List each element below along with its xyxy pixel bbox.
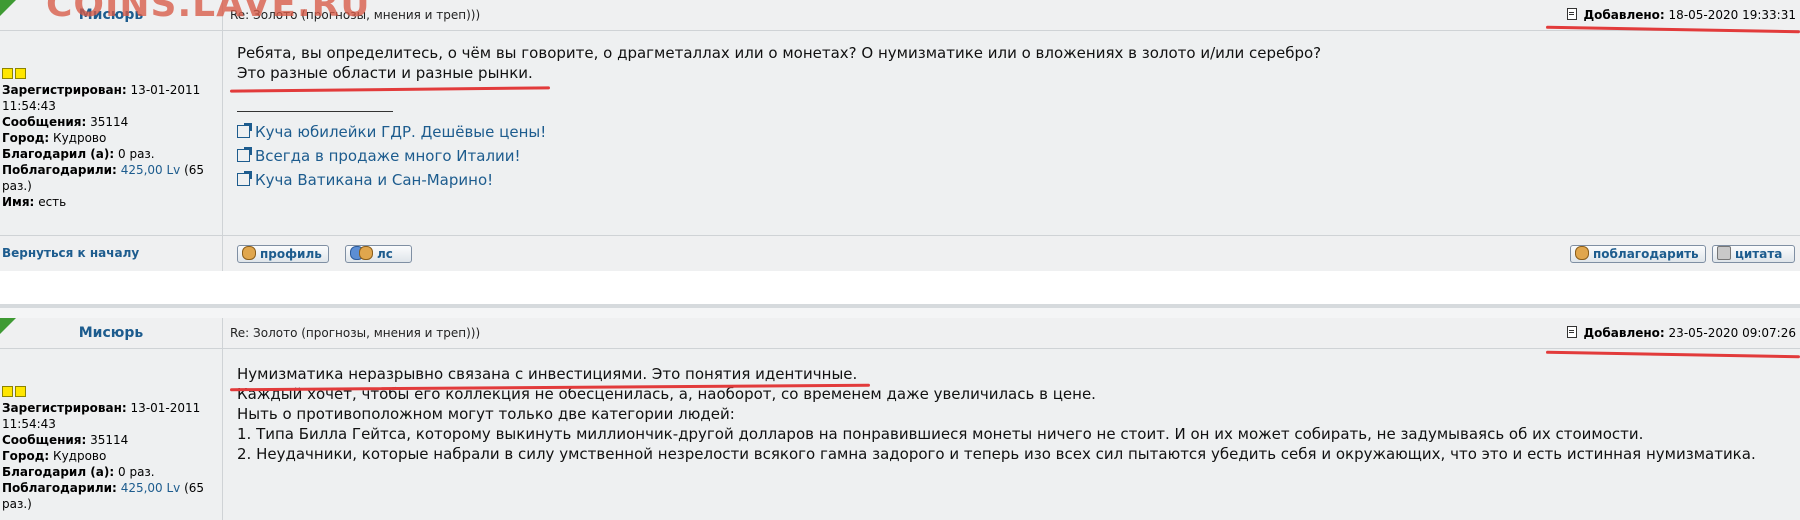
city-label: Город: xyxy=(2,449,50,463)
city-value: Кудрово xyxy=(53,449,107,463)
thanked-label: Благодарил (а): xyxy=(2,147,115,161)
thumbs-up-icon xyxy=(1575,246,1589,260)
city-value: Кудрово xyxy=(53,131,107,145)
was-thanked-label: Поблагодарили: xyxy=(2,163,117,177)
messages-label: Сообщения: xyxy=(2,115,87,129)
rank-stars xyxy=(2,67,28,83)
post-date: Добавлено: 18-05-2020 19:33:31 xyxy=(1567,0,1796,30)
thank-button-label: поблагодарить xyxy=(1593,247,1699,261)
signature-link-1[interactable]: Куча юбилейки ГДР. Дешёвые цены! xyxy=(237,122,1790,142)
was-thanked-amount-link[interactable]: 425,00 Lv xyxy=(121,163,181,177)
registered-label: Зарегистрирован: xyxy=(2,401,127,415)
profile-info: Зарегистрирован: 13-01-2011 11:54:43 Соо… xyxy=(2,400,220,512)
new-post-corner-icon xyxy=(0,0,16,16)
post-footer: Вернуться к началу профиль лс поблагодар… xyxy=(0,235,1800,271)
back-to-top-link[interactable]: Вернуться к началу xyxy=(2,246,139,260)
rank-star-icon xyxy=(15,386,26,397)
quote-button-label: цитата xyxy=(1735,247,1783,261)
post-date: Добавлено: 23-05-2020 09:07:26 xyxy=(1567,318,1796,348)
post-text-line: 1. Типа Билла Гейтса, которому выкинуть … xyxy=(237,425,1644,443)
external-link-icon xyxy=(237,171,252,186)
rank-star-icon xyxy=(15,68,26,79)
author-profile: Зарегистрирован: 13-01-2011 11:54:43 Соо… xyxy=(0,31,223,235)
site-watermark: COINS.LAVE.RU xyxy=(46,0,371,25)
footer-divider xyxy=(222,236,223,271)
profile-icon xyxy=(242,246,256,260)
messages-label: Сообщения: xyxy=(2,433,87,447)
author-name[interactable]: Мисюрь xyxy=(79,325,144,341)
post-author[interactable]: Мисюрь xyxy=(0,318,223,348)
thanked-value: 0 раз. xyxy=(118,465,155,479)
signature-link-text[interactable]: Всегда в продаже много Италии! xyxy=(255,147,521,165)
messages-count: 35114 xyxy=(90,115,129,129)
post-subject: Re: Золото (прогнозы, мнения и треп))) xyxy=(230,326,481,340)
date-value: 23-05-2020 09:07:26 xyxy=(1668,326,1796,340)
quote-button[interactable]: цитата xyxy=(1712,245,1796,263)
name-value: есть xyxy=(38,195,67,209)
post-header: Мисюрь Re: Золото (прогнозы, мнения и тр… xyxy=(0,318,1800,349)
name-label: Имя: xyxy=(2,195,35,209)
post-body: Зарегистрирован: 13-01-2011 11:54:43 Соо… xyxy=(0,31,1800,235)
post-text-line: Нумизматика неразрывно связана с инвести… xyxy=(237,365,858,383)
forum-post-1: Мисюрь Re: Золото (прогнозы, мнения и тр… xyxy=(0,0,1800,271)
rank-stars xyxy=(2,385,28,401)
post-body: Зарегистрирован: 13-01-2011 11:54:43 Соо… xyxy=(0,349,1800,520)
profile-button[interactable]: профиль xyxy=(237,245,329,263)
profile-button-label: профиль xyxy=(260,247,322,261)
thanked-label: Благодарил (а): xyxy=(2,465,115,479)
forum-post-2: Мисюрь Re: Золото (прогнозы, мнения и тр… xyxy=(0,318,1800,520)
post-document-icon[interactable] xyxy=(1567,326,1578,338)
rank-star-icon xyxy=(2,68,13,79)
date-label: Добавлено: xyxy=(1583,326,1665,340)
post-content: Ребята, вы определитесь, о чём вы говори… xyxy=(237,43,1790,194)
registered-time: 11:54:43 xyxy=(2,99,56,113)
registered-date: 13-01-2011 xyxy=(130,401,201,415)
post-text-line: 2. Неудачники, которые набрали в силу ум… xyxy=(237,445,1756,463)
date-value: 18-05-2020 19:33:31 xyxy=(1668,8,1796,22)
post-document-icon[interactable] xyxy=(1567,8,1578,20)
post-content: Нумизматика неразрывно связана с инвести… xyxy=(237,364,1790,464)
rank-star-icon xyxy=(2,386,13,397)
date-label: Добавлено: xyxy=(1583,8,1665,22)
post-text-line: Ребята, вы определитесь, о чём вы говори… xyxy=(237,44,1322,62)
was-thanked-amount-link[interactable]: 425,00 Lv xyxy=(121,481,181,495)
signature-divider xyxy=(237,111,393,112)
users-icon-secondary xyxy=(359,246,373,260)
pm-button-label: лс xyxy=(377,247,393,261)
post-text-line: Это разные области и разные рынки. xyxy=(237,64,533,82)
profile-info: Зарегистрирован: 13-01-2011 11:54:43 Соо… xyxy=(2,82,220,210)
registered-label: Зарегистрирован: xyxy=(2,83,127,97)
registered-time: 11:54:43 xyxy=(2,417,56,431)
signature-link-text[interactable]: Куча Ватикана и Сан-Марино! xyxy=(255,171,493,189)
registered-date: 13-01-2011 xyxy=(130,83,201,97)
external-link-icon xyxy=(237,147,252,162)
author-profile: Зарегистрирован: 13-01-2011 11:54:43 Соо… xyxy=(0,349,223,520)
city-label: Город: xyxy=(2,131,50,145)
was-thanked-label: Поблагодарили: xyxy=(2,481,117,495)
private-message-button[interactable]: лс xyxy=(345,245,412,263)
signature-link-3[interactable]: Куча Ватикана и Сан-Марино! xyxy=(237,170,1790,190)
messages-count: 35114 xyxy=(90,433,129,447)
post-text-line: Ныть о противоположном могут только две … xyxy=(237,405,735,423)
signature-link-text[interactable]: Куча юбилейки ГДР. Дешёвые цены! xyxy=(255,123,546,141)
signature-link-2[interactable]: Всегда в продаже много Италии! xyxy=(237,146,1790,166)
quote-icon xyxy=(1717,246,1731,260)
post-separator-spacer xyxy=(0,308,1800,318)
external-link-icon xyxy=(237,123,252,138)
thanked-value: 0 раз. xyxy=(118,147,155,161)
thank-button[interactable]: поблагодарить xyxy=(1570,245,1706,263)
new-post-corner-icon xyxy=(0,318,16,334)
